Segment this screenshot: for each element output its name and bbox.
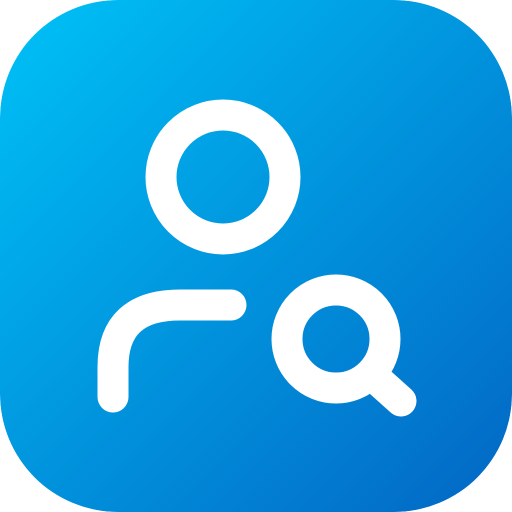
user-search-icon [0, 0, 512, 512]
user-search-app-icon[interactable] [0, 0, 512, 512]
magnifier-handle-icon [356, 359, 417, 417]
icon-background [0, 0, 512, 512]
